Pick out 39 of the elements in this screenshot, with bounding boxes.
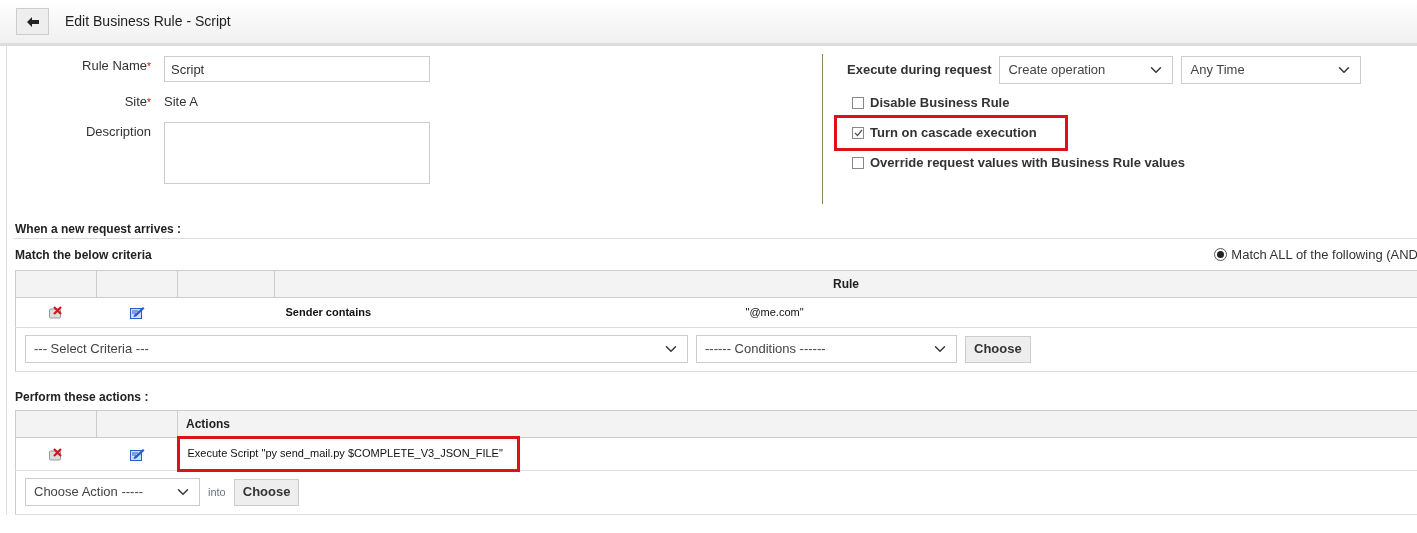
column-header: Rule xyxy=(274,270,1417,297)
checkbox-label: Override request values with Business Rule values xyxy=(870,154,1185,173)
action-text: Execute Script "py send_mail.py $COMPLETE_V3_JSON_FILE" xyxy=(179,438,517,469)
dropdown-field[interactable]: Create operation xyxy=(999,56,1174,84)
back-button[interactable] xyxy=(16,8,49,35)
edit-icon[interactable] xyxy=(129,447,145,461)
choose-button[interactable]: Choose xyxy=(965,335,1031,363)
radio-label: Match ALL of the following (AND xyxy=(1231,246,1417,264)
edit-icon[interactable] xyxy=(129,306,145,320)
section-heading: Perform these actions : xyxy=(14,388,150,406)
required-mark: * xyxy=(147,61,151,72)
field-label: Description xyxy=(85,123,151,139)
field-label: Rule Name xyxy=(82,58,148,73)
execute-label: Execute during request xyxy=(847,61,992,80)
section-subheading: Match the below criteria xyxy=(14,246,153,264)
page-title: Edit Business Rule - Script xyxy=(65,12,231,31)
dropdown-field[interactable]: Choose Action ----- xyxy=(25,478,200,506)
delete-icon[interactable] xyxy=(49,306,64,320)
column-header: Actions xyxy=(177,410,1417,437)
delete-icon[interactable] xyxy=(49,447,64,461)
section-heading: When a new request arrives : xyxy=(14,221,183,238)
required-mark: * xyxy=(147,97,151,108)
description-field[interactable] xyxy=(164,121,430,184)
dropdown-field[interactable]: --- Select Criteria --- xyxy=(25,335,688,363)
checkbox[interactable] xyxy=(852,97,864,109)
checkbox[interactable] xyxy=(852,157,864,169)
choose-button[interactable]: Choose xyxy=(233,478,300,506)
rule-field: Sender contains xyxy=(275,303,746,321)
field-label: Site xyxy=(124,94,148,109)
rule-value: "@me.com" xyxy=(745,304,804,320)
back-arrow-icon xyxy=(26,16,39,27)
checkbox-label: Disable Business Rule xyxy=(870,94,1010,113)
checkbox-label: Turn on cascade execution xyxy=(870,124,1037,143)
into-label: into xyxy=(208,484,226,500)
checkbox[interactable] xyxy=(852,127,864,139)
dropdown-field[interactable]: Any Time xyxy=(1181,56,1362,84)
dropdown-field[interactable]: ------ Conditions ------ xyxy=(696,335,957,363)
text-field[interactable]: Script xyxy=(164,56,430,82)
field-value: Site A xyxy=(164,93,198,111)
